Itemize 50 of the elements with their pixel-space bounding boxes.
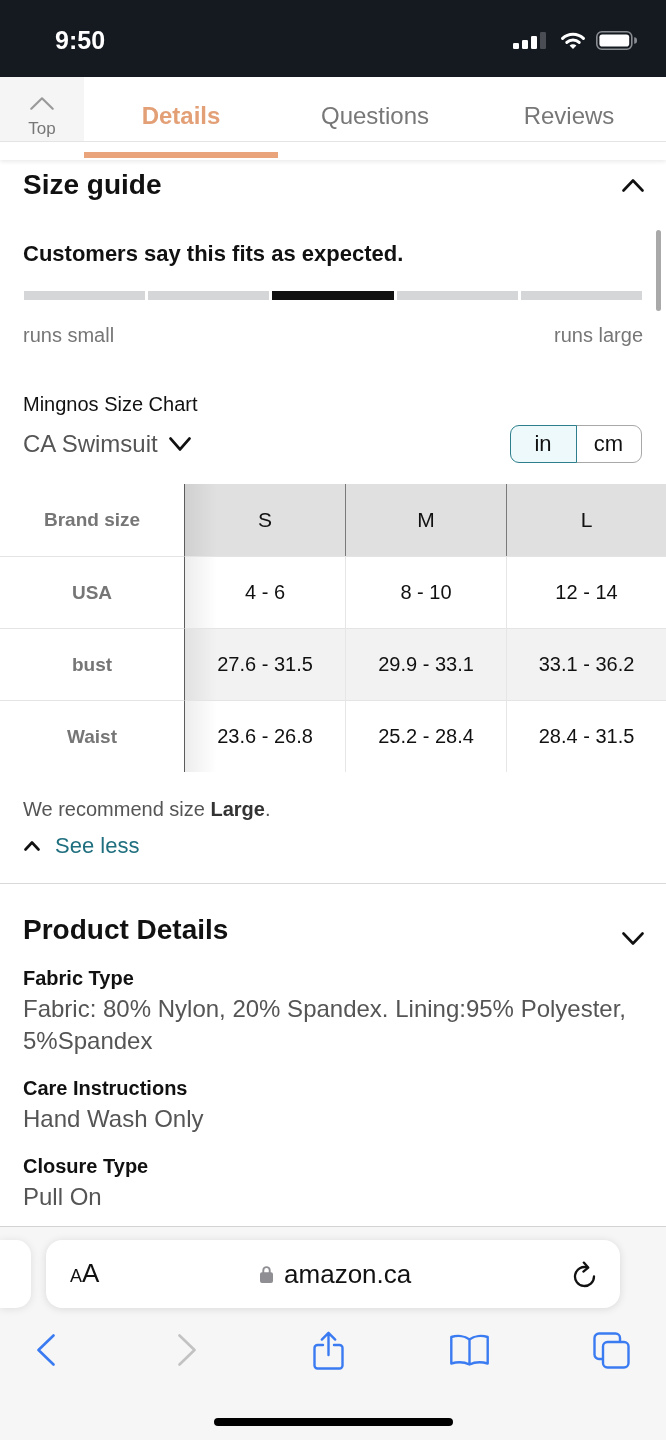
lock-icon [260, 1265, 274, 1283]
battery-icon [596, 30, 637, 50]
table-cell: 4 - 6 [184, 556, 345, 628]
table-cell: 27.6 - 31.5 [184, 628, 345, 700]
unit-toggle-button[interactable]: in [509, 425, 577, 463]
text-size-button[interactable]: AA [70, 1257, 100, 1291]
url-text[interactable]: amazon.ca [284, 1259, 412, 1289]
scale-min-label: runs small [23, 324, 115, 346]
see-less-link[interactable]: See less [23, 833, 140, 859]
size-recommendation: We recommend size Large. [23, 798, 272, 820]
chevron-left-icon[interactable] [37, 1334, 55, 1366]
size-chart-title: Mingnos Size Chart [23, 393, 199, 415]
section-title: Size guide [23, 169, 162, 201]
table-cell: 29.9 - 33.1 [345, 628, 506, 700]
table-cell: 33.1 - 36.2 [506, 628, 666, 700]
chevron-up-icon [24, 841, 40, 851]
attribute-value: Hand Wash Only [23, 1104, 205, 1134]
chevron-down-icon [168, 437, 191, 451]
column-header: M [345, 484, 506, 556]
scale-max-label: runs large [554, 324, 643, 346]
top-button[interactable]: Top [0, 77, 84, 141]
column-header: L [506, 484, 666, 556]
table-cell: 23.6 - 26.8 [184, 700, 345, 772]
section-tab[interactable]: Reviews [472, 77, 666, 160]
section-title: Product Details [23, 915, 229, 945]
column-header: S [184, 484, 345, 556]
attribute-name: Fabric Type [23, 967, 135, 989]
section-tab[interactable]: Questions [278, 77, 472, 160]
tabs-icon[interactable] [592, 1331, 630, 1369]
unit-toggle-button[interactable]: cm [575, 425, 642, 463]
table-cell: 8 - 10 [345, 556, 506, 628]
attribute-value: Pull On [23, 1182, 103, 1212]
status-time: 9:50 [55, 25, 106, 55]
chevron-up-icon [30, 97, 54, 110]
attribute-value: Fabric: 80% Nylon, 20% Spandex. Lining:95% Polyester, 5%Spandex [23, 994, 627, 1056]
reload-icon[interactable] [572, 1260, 597, 1288]
fit-summary: Customers say this fits as expected. [23, 241, 405, 267]
attribute-name: Care Instructions [23, 1077, 189, 1099]
size-chart-dropdown[interactable]: CA Swimsuit [23, 429, 191, 459]
signal-icon [513, 31, 546, 49]
attribute-name: Closure Type [23, 1155, 150, 1177]
table-cell: 12 - 14 [506, 556, 666, 628]
wifi-icon [561, 31, 585, 49]
table-cell: 28.4 - 31.5 [506, 700, 666, 772]
table-cell: 25.2 - 28.4 [345, 700, 506, 772]
address-bar[interactable]: AA amazon.ca [46, 1240, 620, 1308]
chevron-up-icon[interactable] [622, 178, 644, 192]
chevron-down-icon[interactable] [622, 931, 644, 945]
share-icon[interactable] [313, 1330, 344, 1370]
book-icon[interactable] [450, 1334, 490, 1366]
